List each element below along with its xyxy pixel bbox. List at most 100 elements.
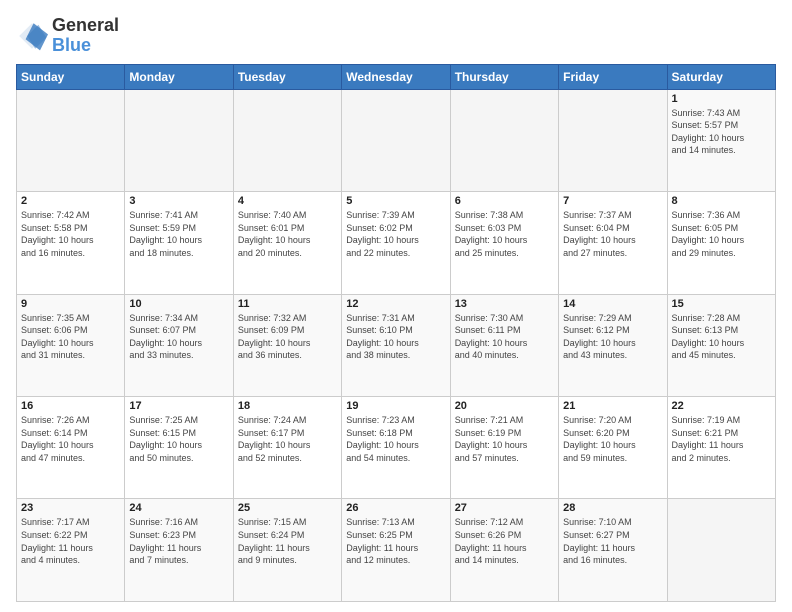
day-number: 4 <box>238 195 337 207</box>
page: General Blue SundayMondayTuesdayWednesda… <box>0 0 792 612</box>
day-number: 23 <box>21 502 120 514</box>
day-info: Sunrise: 7:28 AM Sunset: 6:13 PM Dayligh… <box>672 312 771 362</box>
day-of-week-header: Tuesday <box>233 64 341 89</box>
day-info: Sunrise: 7:17 AM Sunset: 6:22 PM Dayligh… <box>21 516 120 566</box>
day-info: Sunrise: 7:31 AM Sunset: 6:10 PM Dayligh… <box>346 312 445 362</box>
day-number: 1 <box>672 93 771 105</box>
calendar-cell <box>17 89 125 191</box>
calendar-cell: 23 Sunrise: 7:17 AM Sunset: 6:22 PM Dayli… <box>17 499 125 602</box>
logo-text: General Blue <box>52 16 119 56</box>
day-of-week-header: Saturday <box>667 64 775 89</box>
day-info: Sunrise: 7:21 AM Sunset: 6:19 PM Dayligh… <box>455 414 554 464</box>
day-info: Sunrise: 7:34 AM Sunset: 6:07 PM Dayligh… <box>129 312 228 362</box>
day-info: Sunrise: 7:13 AM Sunset: 6:25 PM Dayligh… <box>346 516 445 566</box>
calendar-cell <box>233 89 341 191</box>
day-number: 17 <box>129 400 228 412</box>
day-of-week-header: Sunday <box>17 64 125 89</box>
day-info: Sunrise: 7:42 AM Sunset: 5:58 PM Dayligh… <box>21 209 120 259</box>
calendar-cell: 7 Sunrise: 7:37 AM Sunset: 6:04 PM Daylig… <box>559 192 667 294</box>
day-number: 14 <box>563 298 662 310</box>
calendar-cell: 26 Sunrise: 7:13 AM Sunset: 6:25 PM Dayli… <box>342 499 450 602</box>
logo: General Blue <box>16 16 119 56</box>
calendar-cell: 24 Sunrise: 7:16 AM Sunset: 6:23 PM Dayli… <box>125 499 233 602</box>
calendar-cell: 25Sunrise: 7:15 AM Sunset: 6:24 PM Dayli… <box>233 499 341 602</box>
calendar-cell: 11 Sunrise: 7:32 AM Sunset: 6:09 PM Dayli… <box>233 294 341 396</box>
day-info: Sunrise: 7:16 AM Sunset: 6:23 PM Dayligh… <box>129 516 228 566</box>
calendar-cell: 2 Sunrise: 7:42 AM Sunset: 5:58 PM Daylig… <box>17 192 125 294</box>
day-info: Sunrise: 7:29 AM Sunset: 6:12 PM Dayligh… <box>563 312 662 362</box>
calendar-cell: 18 Sunrise: 7:24 AM Sunset: 6:17 PM Dayli… <box>233 397 341 499</box>
calendar-week-row: 2 Sunrise: 7:42 AM Sunset: 5:58 PM Daylig… <box>17 192 776 294</box>
calendar-cell: 27 Sunrise: 7:12 AM Sunset: 6:26 PM Dayli… <box>450 499 558 602</box>
calendar-cell: 10 Sunrise: 7:34 AM Sunset: 6:07 PM Dayli… <box>125 294 233 396</box>
day-info: Sunrise: 7:39 AM Sunset: 6:02 PM Dayligh… <box>346 209 445 259</box>
day-info: Sunrise: 7:40 AM Sunset: 6:01 PM Dayligh… <box>238 209 337 259</box>
day-number: 18 <box>238 400 337 412</box>
calendar-cell: 3 Sunrise: 7:41 AM Sunset: 5:59 PM Daylig… <box>125 192 233 294</box>
day-number: 3 <box>129 195 228 207</box>
day-info: Sunrise: 7:12 AM Sunset: 6:26 PM Dayligh… <box>455 516 554 566</box>
calendar-cell: 22 Sunrise: 7:19 AM Sunset: 6:21 PM Dayli… <box>667 397 775 499</box>
calendar-cell: 21Sunrise: 7:20 AM Sunset: 6:20 PM Dayli… <box>559 397 667 499</box>
day-info: Sunrise: 7:43 AM Sunset: 5:57 PM Dayligh… <box>672 107 771 157</box>
day-info: Sunrise: 7:26 AM Sunset: 6:14 PM Dayligh… <box>21 414 120 464</box>
day-number: 8 <box>672 195 771 207</box>
day-info: Sunrise: 7:30 AM Sunset: 6:11 PM Dayligh… <box>455 312 554 362</box>
day-info: Sunrise: 7:37 AM Sunset: 6:04 PM Dayligh… <box>563 209 662 259</box>
day-number: 9 <box>21 298 120 310</box>
day-number: 11 <box>238 298 337 310</box>
day-of-week-header: Friday <box>559 64 667 89</box>
day-number: 7 <box>563 195 662 207</box>
calendar-week-row: 1 Sunrise: 7:43 AM Sunset: 5:57 PM Daylig… <box>17 89 776 191</box>
day-number: 2 <box>21 195 120 207</box>
calendar-cell <box>667 499 775 602</box>
day-info: Sunrise: 7:35 AM Sunset: 6:06 PM Dayligh… <box>21 312 120 362</box>
calendar-cell: 14 Sunrise: 7:29 AM Sunset: 6:12 PM Dayli… <box>559 294 667 396</box>
day-info: Sunrise: 7:32 AM Sunset: 6:09 PM Dayligh… <box>238 312 337 362</box>
day-info: Sunrise: 7:25 AM Sunset: 6:15 PM Dayligh… <box>129 414 228 464</box>
calendar-week-row: 23 Sunrise: 7:17 AM Sunset: 6:22 PM Dayli… <box>17 499 776 602</box>
day-of-week-header: Wednesday <box>342 64 450 89</box>
calendar-cell: 28 Sunrise: 7:10 AM Sunset: 6:27 PM Dayli… <box>559 499 667 602</box>
day-number: 15 <box>672 298 771 310</box>
day-info: Sunrise: 7:41 AM Sunset: 5:59 PM Dayligh… <box>129 209 228 259</box>
calendar-table: SundayMondayTuesdayWednesdayThursdayFrid… <box>16 64 776 602</box>
day-number: 27 <box>455 502 554 514</box>
day-number: 28 <box>563 502 662 514</box>
calendar-cell: 1 Sunrise: 7:43 AM Sunset: 5:57 PM Daylig… <box>667 89 775 191</box>
calendar-cell: 5 Sunrise: 7:39 AM Sunset: 6:02 PM Daylig… <box>342 192 450 294</box>
day-number: 10 <box>129 298 228 310</box>
day-number: 5 <box>346 195 445 207</box>
calendar-cell: 13 Sunrise: 7:30 AM Sunset: 6:11 PM Dayli… <box>450 294 558 396</box>
day-number: 13 <box>455 298 554 310</box>
day-number: 25 <box>238 502 337 514</box>
day-info: Sunrise: 7:19 AM Sunset: 6:21 PM Dayligh… <box>672 414 771 464</box>
day-number: 24 <box>129 502 228 514</box>
calendar-cell: 8 Sunrise: 7:36 AM Sunset: 6:05 PM Daylig… <box>667 192 775 294</box>
day-number: 20 <box>455 400 554 412</box>
day-info: Sunrise: 7:10 AM Sunset: 6:27 PM Dayligh… <box>563 516 662 566</box>
day-number: 26 <box>346 502 445 514</box>
header: General Blue <box>16 16 776 56</box>
day-info: Sunrise: 7:24 AM Sunset: 6:17 PM Dayligh… <box>238 414 337 464</box>
day-number: 6 <box>455 195 554 207</box>
calendar-cell: 12 Sunrise: 7:31 AM Sunset: 6:10 PM Dayli… <box>342 294 450 396</box>
day-of-week-header: Monday <box>125 64 233 89</box>
calendar-cell: 15 Sunrise: 7:28 AM Sunset: 6:13 PM Dayli… <box>667 294 775 396</box>
day-of-week-header: Thursday <box>450 64 558 89</box>
calendar-cell: 9 Sunrise: 7:35 AM Sunset: 6:06 PM Daylig… <box>17 294 125 396</box>
day-info: Sunrise: 7:20 AM Sunset: 6:20 PM Dayligh… <box>563 414 662 464</box>
calendar-cell: 16 Sunrise: 7:26 AM Sunset: 6:14 PM Dayli… <box>17 397 125 499</box>
calendar-cell: 19Sunrise: 7:23 AM Sunset: 6:18 PM Dayli… <box>342 397 450 499</box>
day-number: 12 <box>346 298 445 310</box>
calendar-cell <box>559 89 667 191</box>
calendar-cell <box>342 89 450 191</box>
day-info: Sunrise: 7:36 AM Sunset: 6:05 PM Dayligh… <box>672 209 771 259</box>
day-info: Sunrise: 7:38 AM Sunset: 6:03 PM Dayligh… <box>455 209 554 259</box>
day-number: 16 <box>21 400 120 412</box>
day-number: 22 <box>672 400 771 412</box>
calendar-cell: 6 Sunrise: 7:38 AM Sunset: 6:03 PM Daylig… <box>450 192 558 294</box>
calendar-week-row: 9 Sunrise: 7:35 AM Sunset: 6:06 PM Daylig… <box>17 294 776 396</box>
day-number: 19 <box>346 400 445 412</box>
calendar-cell: 4 Sunrise: 7:40 AM Sunset: 6:01 PM Daylig… <box>233 192 341 294</box>
